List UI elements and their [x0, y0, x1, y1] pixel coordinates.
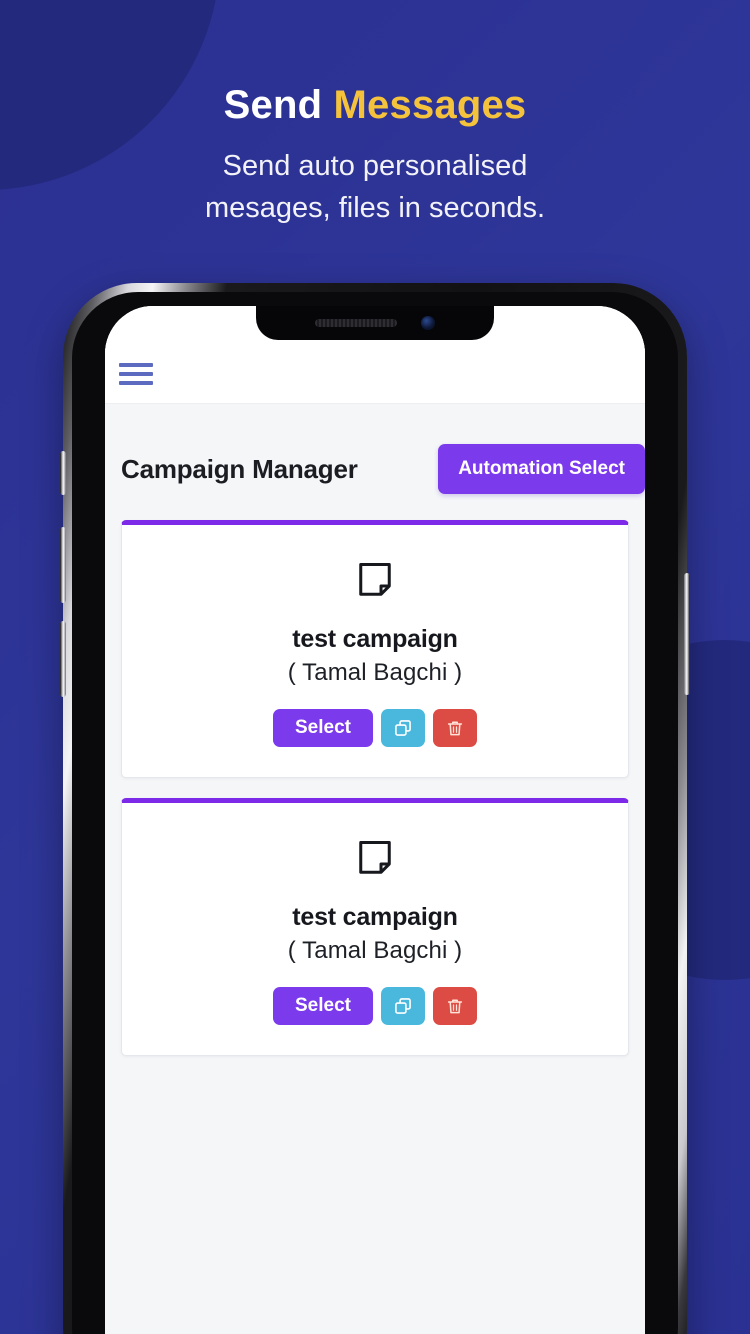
copy-icon	[395, 998, 411, 1014]
note-page-icon	[359, 562, 391, 596]
campaign-title: test campaign	[292, 903, 458, 931]
phone-volume-down-button[interactable]	[60, 621, 66, 697]
hamburger-bar-3	[119, 381, 153, 385]
phone-mockup: Campaign Manager Automation Select test …	[60, 283, 690, 1334]
duplicate-button[interactable]	[380, 709, 425, 747]
hamburger-menu-icon[interactable]	[119, 361, 153, 387]
promo-subheadline: Send auto personalised mesages, files in…	[0, 145, 750, 229]
promo-headline-plain: Send	[223, 83, 334, 127]
copy-icon	[395, 720, 411, 736]
select-button[interactable]: Select	[273, 709, 373, 747]
campaign-actions: Select	[138, 709, 612, 747]
phone-mute-switch[interactable]	[60, 451, 66, 495]
phone-screen: Campaign Manager Automation Select test …	[105, 306, 645, 1334]
note-page-icon	[359, 840, 391, 874]
promo-headline-accent: Messages	[333, 83, 527, 127]
promo-subheadline-line-2: mesages, files in seconds.	[204, 192, 546, 225]
phone-power-button[interactable]	[684, 573, 690, 695]
promo-headline: Send Messages	[0, 82, 750, 128]
campaign-card[interactable]: test campaign ( Tamal Bagchi ) Select	[121, 798, 629, 1056]
earpiece-speaker-icon	[315, 319, 397, 327]
campaign-card[interactable]: test campaign ( Tamal Bagchi ) Select	[121, 520, 629, 778]
campaign-actions: Select	[138, 987, 612, 1025]
page-title: Campaign Manager	[121, 453, 358, 484]
phone-notch	[256, 306, 494, 340]
page-header: Campaign Manager Automation Select	[121, 404, 645, 520]
automation-select-button[interactable]: Automation Select	[438, 444, 645, 494]
app-content: Campaign Manager Automation Select test …	[105, 404, 645, 1334]
campaign-owner: ( Tamal Bagchi )	[287, 937, 463, 964]
campaign-owner: ( Tamal Bagchi )	[287, 659, 463, 686]
promo-copy: Send Messages Send auto personalised mes…	[0, 82, 750, 229]
campaign-title: test campaign	[292, 625, 458, 653]
delete-button[interactable]	[432, 987, 477, 1025]
trash-icon	[447, 720, 463, 735]
promo-subheadline-line-1: Send auto personalised	[222, 150, 528, 182]
front-camera-icon	[421, 316, 435, 330]
delete-button[interactable]	[432, 709, 477, 747]
select-button[interactable]: Select	[273, 987, 373, 1025]
trash-icon	[447, 998, 463, 1013]
hamburger-bar-1	[119, 363, 153, 367]
app-viewport: Campaign Manager Automation Select test …	[105, 306, 645, 1334]
hamburger-bar-2	[119, 372, 153, 376]
duplicate-button[interactable]	[380, 987, 425, 1025]
phone-volume-up-button[interactable]	[60, 527, 66, 603]
